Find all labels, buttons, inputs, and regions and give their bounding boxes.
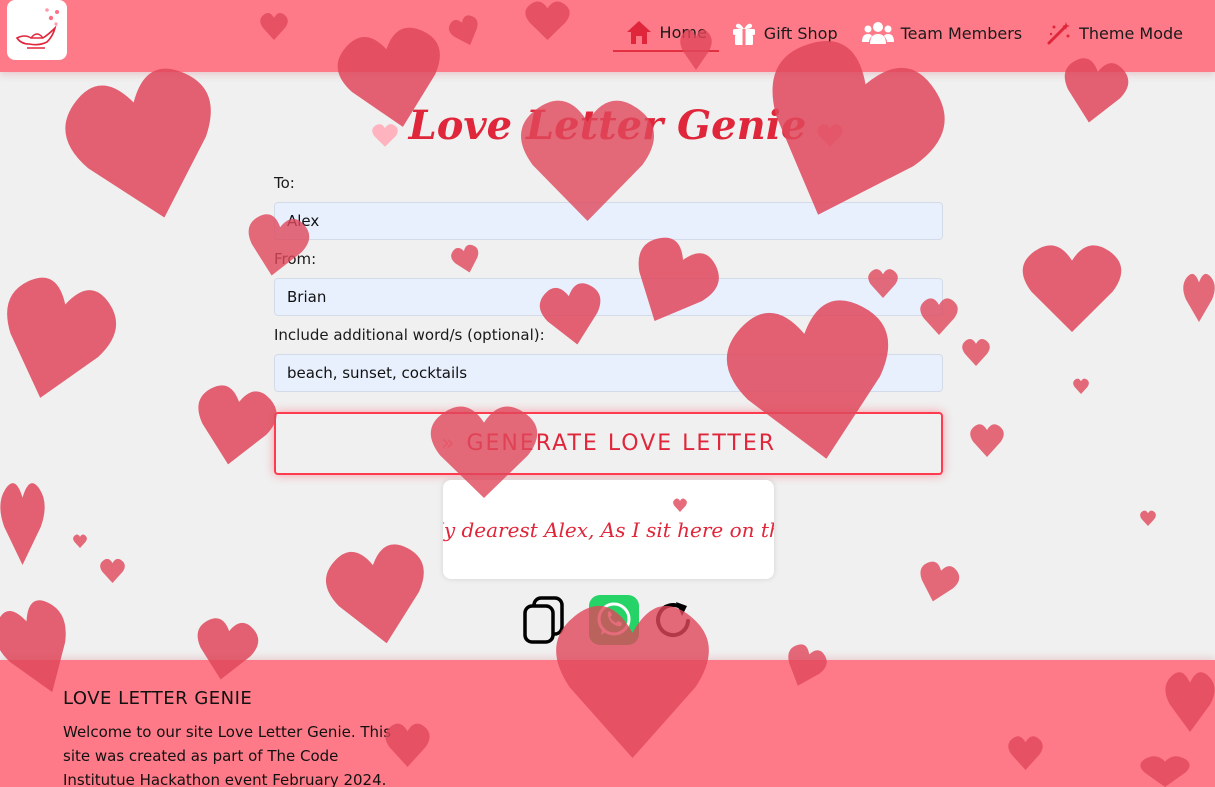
nav-team-members-label: Team Members <box>900 23 1023 43</box>
title-row: Love Letter Genie <box>0 102 1215 149</box>
heart-icon <box>371 123 398 147</box>
letter-form: To: From: Include additional word/s (opt… <box>274 172 943 475</box>
nav-team-members[interactable]: Team Members <box>850 14 1035 52</box>
whatsapp-button[interactable] <box>589 595 639 649</box>
heart-icon <box>0 480 45 565</box>
heart-icon <box>1140 510 1156 526</box>
gift-icon <box>731 20 757 46</box>
nav-home-label: Home <box>659 22 707 42</box>
refresh-icon <box>656 602 690 638</box>
words-label: Include additional word/s (optional): <box>274 326 545 344</box>
footer: LOVE LETTER GENIE Welcome to our site Lo… <box>0 660 1215 787</box>
heart-icon <box>970 423 1004 457</box>
nav-theme-mode-label: Theme Mode <box>1079 23 1183 43</box>
generate-button-label: GENERATE LOVE LETTER <box>466 431 777 456</box>
home-icon <box>625 19 653 45</box>
heart-icon <box>817 123 844 147</box>
nav-theme-mode[interactable]: Theme Mode <box>1034 14 1195 52</box>
footer-text: Welcome to our site Love Letter Genie. T… <box>63 723 392 787</box>
double-chevron-right-icon: » <box>440 431 457 456</box>
copy-icon <box>523 596 564 644</box>
nav-home[interactable]: Home <box>612 14 719 52</box>
wand-icon <box>1046 20 1072 46</box>
from-input[interactable] <box>274 278 943 316</box>
navbar: Home Gift Shop Team Members Theme Mode <box>0 0 1215 72</box>
heart-icon <box>100 558 125 583</box>
heart-icon <box>1183 272 1215 322</box>
words-input[interactable] <box>274 354 943 392</box>
heart-icon <box>1022 242 1122 332</box>
nav-gift-shop-label: Gift Shop <box>763 23 838 43</box>
page-title: Love Letter Genie <box>408 102 807 149</box>
heart-icon <box>962 338 990 366</box>
generate-button[interactable]: » GENERATE LOVE LETTER <box>274 412 943 475</box>
whatsapp-icon <box>589 595 639 645</box>
footer-title: LOVE LETTER GENIE <box>63 688 253 709</box>
nav-gift-shop[interactable]: Gift Shop <box>719 14 850 52</box>
to-label: To: <box>274 174 295 192</box>
from-label: From: <box>274 250 317 268</box>
heart-icon <box>73 534 87 548</box>
logo[interactable] <box>7 0 67 60</box>
users-icon <box>861 20 894 46</box>
main-nav: Home Gift Shop Team Members Theme Mode <box>612 14 1195 52</box>
to-input[interactable] <box>274 202 943 240</box>
letter-preview-card: My dearest Alex, As I sit here on the <box>443 480 774 579</box>
heart-icon <box>189 379 282 472</box>
heart-icon <box>0 266 126 413</box>
genie-lamp-hearts-icon <box>15 8 59 49</box>
refresh-button[interactable] <box>654 599 694 645</box>
letter-preview-text: My dearest Alex, As I sit here on the <box>443 517 774 542</box>
heart-icon <box>320 536 436 652</box>
copy-button[interactable] <box>522 595 566 649</box>
heart-icon <box>1073 378 1089 394</box>
heart-icon <box>914 558 963 607</box>
letter-actions <box>522 595 702 645</box>
